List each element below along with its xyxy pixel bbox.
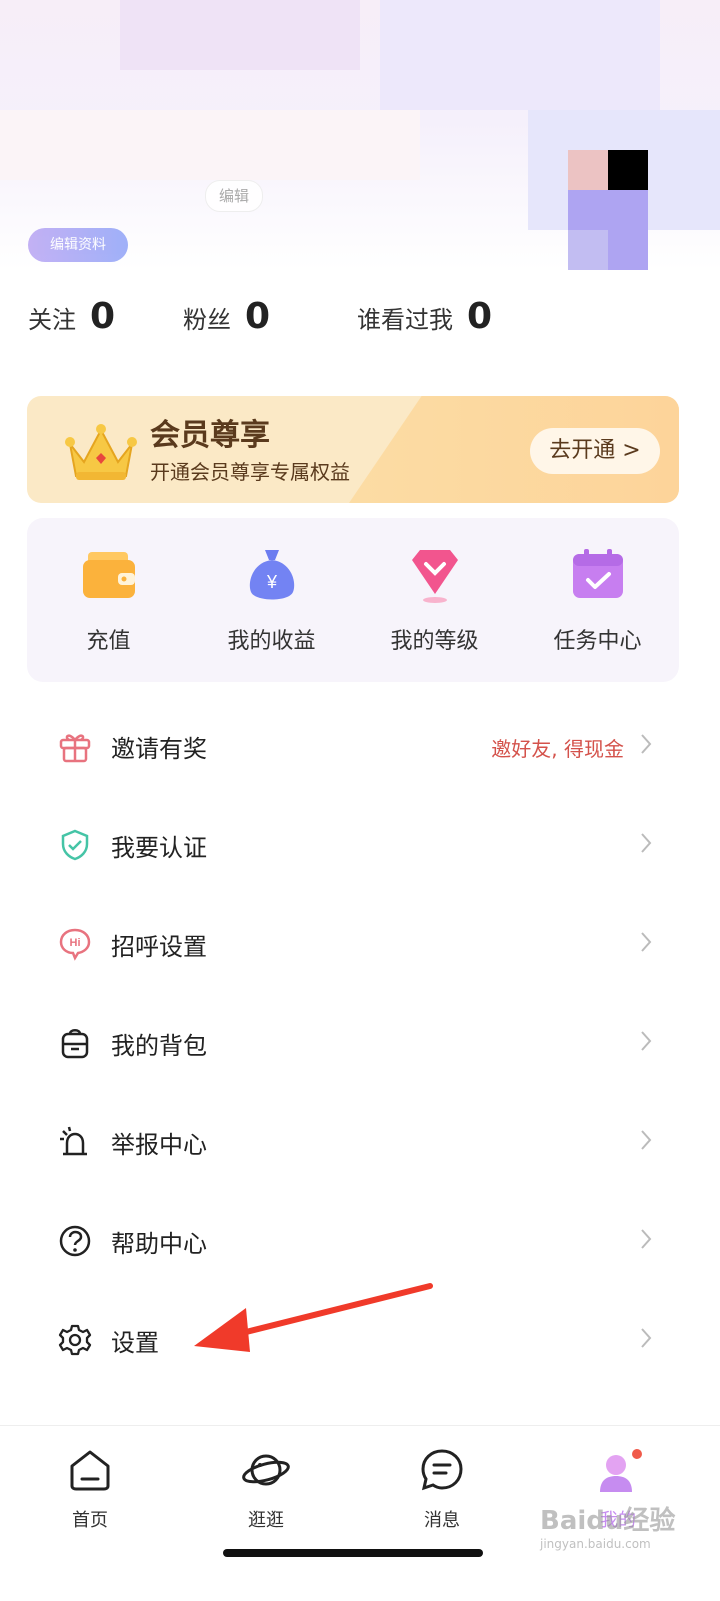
quick-label: 充值: [86, 629, 131, 654]
menu-item-help[interactable]: 帮助中心: [0, 1192, 720, 1290]
stat-value: 0: [245, 296, 271, 337]
svg-text:Hi: Hi: [70, 937, 81, 949]
stat-value: 0: [467, 296, 493, 337]
tab-label: 首页: [72, 1510, 108, 1531]
tab-label: 消息: [424, 1510, 460, 1531]
watermark-brand: Baidu经验: [540, 1506, 676, 1536]
vip-title: 会员尊享: [150, 418, 270, 453]
hi-bubble-icon: Hi: [58, 927, 92, 961]
menu-item-invite[interactable]: 邀请有奖 邀好友, 得现金: [0, 697, 720, 795]
tab-home[interactable]: 首页: [0, 1426, 180, 1556]
menu-item-backpack[interactable]: 我的背包: [0, 994, 720, 1092]
gift-icon: [58, 729, 92, 763]
stat-followers[interactable]: 粉丝 0: [183, 296, 270, 337]
vip-subtitle: 开通会员尊享专属权益: [150, 460, 350, 484]
menu-label: 邀请有奖: [111, 735, 207, 763]
stat-label: 谁看过我: [357, 306, 453, 334]
stat-value: 0: [90, 296, 116, 337]
alarm-icon: [58, 1125, 92, 1159]
quick-label: 我的等级: [390, 629, 479, 654]
chevron-right-icon: [640, 1228, 652, 1254]
menu-label: 设置: [111, 1329, 159, 1357]
gear-icon: [58, 1323, 92, 1357]
stats-row: 关注 0 粉丝 0 谁看过我 0: [28, 296, 692, 346]
svg-text:¥: ¥: [265, 572, 277, 592]
wallet-icon: [80, 546, 138, 608]
chevron-right-icon: [640, 1327, 652, 1353]
stat-label: 关注: [28, 306, 76, 334]
menu-item-greeting[interactable]: Hi 招呼设置: [0, 895, 720, 993]
invite-promo-text: 邀好友, 得现金: [491, 737, 624, 761]
chevron-right-icon: [640, 1030, 652, 1056]
quick-earnings[interactable]: ¥ 我的收益: [190, 518, 353, 682]
shield-check-icon: [58, 828, 92, 862]
menu-label: 我要认证: [111, 834, 207, 862]
crown-icon: [64, 422, 138, 488]
edit-profile-button[interactable]: 编辑资料: [28, 228, 128, 262]
tab-label: 逛逛: [248, 1510, 284, 1531]
quick-tasks[interactable]: 任务中心: [516, 518, 679, 682]
planet-icon: [241, 1448, 291, 1496]
quick-recharge[interactable]: 充值: [27, 518, 190, 682]
tab-messages[interactable]: 消息: [352, 1426, 532, 1556]
money-bag-icon: ¥: [243, 546, 301, 608]
quick-label: 任务中心: [553, 629, 642, 654]
menu-item-report[interactable]: 举报中心: [0, 1093, 720, 1191]
menu-item-verify[interactable]: 我要认证: [0, 796, 720, 894]
menu-label: 我的背包: [111, 1032, 207, 1060]
menu-label: 举报中心: [111, 1131, 207, 1159]
calendar-task-icon: [569, 546, 627, 608]
stat-visitors[interactable]: 谁看过我 0: [357, 296, 492, 337]
quick-level[interactable]: 我的等级: [353, 518, 516, 682]
quick-label: 我的收益: [227, 629, 316, 654]
chevron-right-icon: [640, 733, 652, 759]
annotation-arrow-icon: [190, 1280, 440, 1364]
backpack-icon: [58, 1026, 92, 1060]
chevron-right-icon: [640, 931, 652, 957]
quick-actions: 充值 ¥ 我的收益 我的等级 任务中心: [27, 518, 679, 682]
menu-label: 招呼设置: [111, 933, 207, 961]
chat-bubble-icon: [420, 1448, 464, 1496]
profile-header: 编辑 编辑资料: [0, 0, 720, 270]
chevron-right-icon: [640, 1129, 652, 1155]
home-icon: [68, 1448, 112, 1496]
watermark-url: jingyan.baidu.com: [540, 1537, 651, 1551]
edit-chip[interactable]: 编辑: [205, 180, 263, 212]
question-circle-icon: [58, 1224, 92, 1258]
tab-explore[interactable]: 逛逛: [176, 1426, 356, 1556]
home-indicator[interactable]: [223, 1549, 483, 1557]
profile-icon: [593, 1448, 643, 1502]
stat-following[interactable]: 关注 0: [28, 296, 115, 337]
stat-label: 粉丝: [183, 306, 231, 334]
diamond-level-icon: [406, 546, 464, 608]
menu-label: 帮助中心: [111, 1230, 207, 1258]
vip-open-button[interactable]: 去开通 >: [530, 428, 660, 474]
chevron-right-icon: [640, 832, 652, 858]
